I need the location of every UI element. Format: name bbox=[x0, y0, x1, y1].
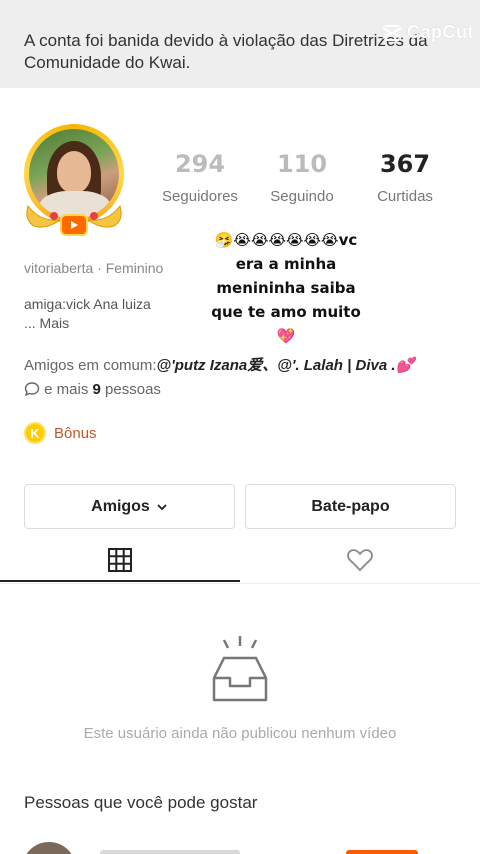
overlay-line-1: 🤧😭😭😭😭😭😭vc bbox=[214, 231, 358, 249]
followers-label: Seguidores bbox=[162, 188, 238, 205]
mutual-friends-names[interactable]: @'putz Izana爱、@'. Lalah | Diva .💕 bbox=[157, 357, 415, 374]
mutual-friends[interactable]: Amigos em comum:@'putz Izana爱、@'. Lalah … bbox=[24, 354, 464, 402]
overlay-line-2: era a minha bbox=[235, 255, 337, 273]
stat-following[interactable]: 110 Seguindo bbox=[252, 150, 352, 205]
chat-bubble-icon bbox=[24, 382, 40, 397]
bonus-link[interactable]: K Bônus bbox=[24, 422, 97, 444]
friends-button[interactable]: Amigos bbox=[24, 484, 235, 529]
username: vitoriaberta bbox=[24, 260, 94, 276]
following-count: 110 bbox=[276, 150, 328, 178]
overlay-line-5: 💖 bbox=[276, 327, 296, 345]
tab-likes[interactable] bbox=[240, 538, 480, 582]
grid-icon bbox=[108, 548, 132, 572]
kwai-coin-icon: K bbox=[24, 422, 46, 444]
overlay-line-3: menininha saiba bbox=[216, 279, 356, 297]
ban-notice-banner: A conta foi banida devido à violação das… bbox=[0, 0, 480, 88]
stat-followers[interactable]: 294 Seguidores bbox=[150, 150, 250, 205]
empty-state bbox=[0, 630, 480, 715]
gender-label: Feminino bbox=[105, 260, 164, 276]
user-info-line: vitoriaberta · Feminino bbox=[24, 260, 163, 276]
suggestion-item[interactable] bbox=[0, 838, 480, 854]
follow-button[interactable] bbox=[346, 850, 418, 854]
tab-videos[interactable] bbox=[0, 538, 240, 582]
overlay-line-4: que te amo muito bbox=[211, 303, 361, 321]
profile-tabs bbox=[0, 538, 480, 584]
active-tab-indicator bbox=[0, 580, 240, 582]
capcut-logo-icon bbox=[382, 24, 402, 41]
friends-button-label: Amigos bbox=[91, 497, 150, 515]
suggested-user-avatar[interactable] bbox=[22, 842, 76, 854]
heart-outline-icon bbox=[347, 549, 373, 572]
likes-count: 367 bbox=[379, 150, 431, 178]
likes-label: Curtidas bbox=[377, 188, 433, 205]
profile-avatar[interactable] bbox=[20, 122, 128, 236]
mutual-friends-label: Amigos em comum: bbox=[24, 357, 157, 374]
bonus-label: Bônus bbox=[54, 424, 97, 442]
stat-likes[interactable]: 367 Curtidas bbox=[355, 150, 455, 205]
suggested-user-name bbox=[100, 850, 240, 854]
mutual-more-prefix: e mais bbox=[44, 381, 89, 398]
empty-inbox-icon bbox=[212, 636, 268, 702]
chevron-down-icon bbox=[157, 503, 167, 510]
watermark-text: CapCut bbox=[407, 22, 474, 42]
suggestions-title: Pessoas que você pode gostar bbox=[24, 793, 258, 812]
bio-text: amiga:vick Ana luiza bbox=[24, 296, 151, 312]
play-badge-icon bbox=[60, 214, 88, 236]
followers-count: 294 bbox=[174, 150, 226, 178]
chat-button[interactable]: Bate-papo bbox=[245, 484, 456, 529]
separator-dot: · bbox=[97, 260, 106, 276]
bio-more-link[interactable]: ... Mais bbox=[24, 314, 151, 333]
following-label: Seguindo bbox=[270, 188, 334, 205]
mutual-more-count: 9 bbox=[92, 381, 101, 398]
profile-bio[interactable]: amiga:vick Ana luiza ... Mais bbox=[24, 295, 151, 333]
capcut-watermark: CapCut bbox=[381, 22, 474, 43]
empty-state-message: Este usuário ainda não publicou nenhum v… bbox=[83, 725, 397, 742]
chat-button-label: Bate-papo bbox=[311, 497, 390, 515]
mutual-more-suffix: pessoas bbox=[105, 381, 161, 398]
video-overlay-caption: 🤧😭😭😭😭😭😭vc era a minha menininha saiba qu… bbox=[196, 228, 376, 348]
